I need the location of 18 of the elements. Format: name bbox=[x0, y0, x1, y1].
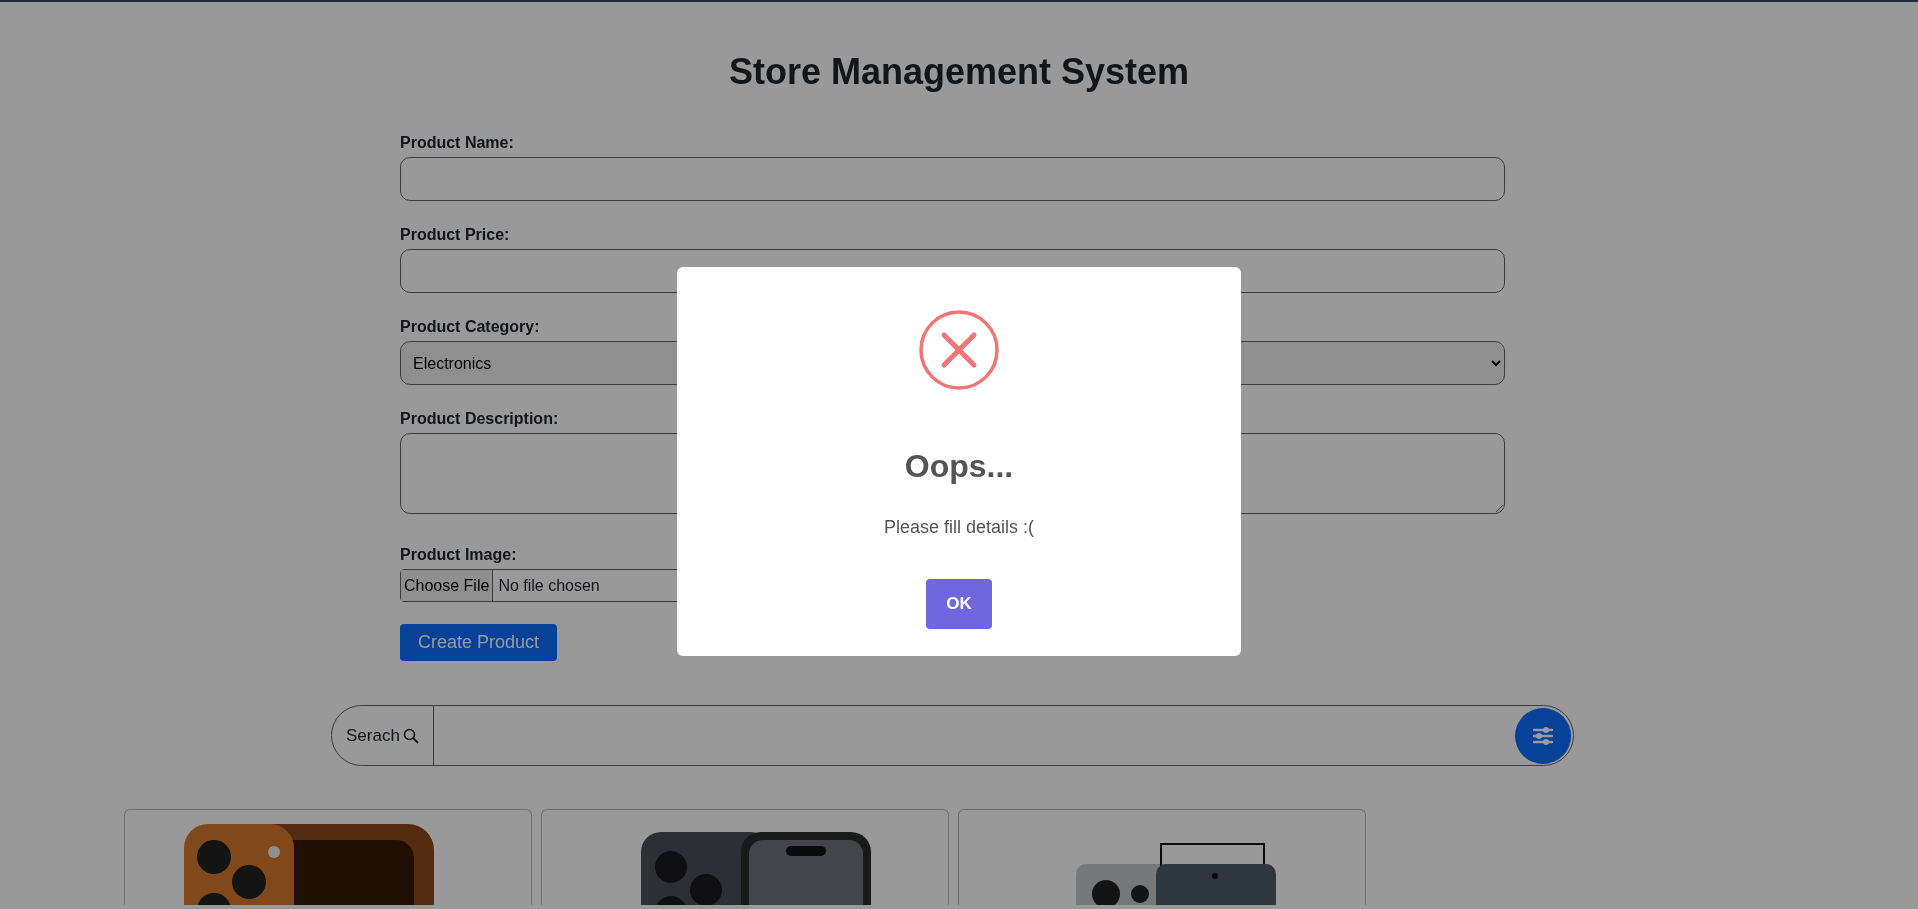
page-title: Store Management System bbox=[727, 50, 1191, 94]
filter-button[interactable] bbox=[1515, 707, 1571, 764]
field-label: Product Description: bbox=[400, 409, 559, 430]
ok-button[interactable]: OK bbox=[926, 579, 992, 629]
sliders-icon bbox=[1531, 725, 1555, 746]
error-icon bbox=[919, 310, 999, 390]
input-field[interactable] bbox=[400, 157, 1505, 202]
create-product-button[interactable]: Create Product bbox=[400, 624, 558, 662]
field-label: Product Image: bbox=[400, 545, 517, 566]
field-label: Product Name: bbox=[400, 133, 514, 154]
choose-file-button[interactable]: Choose File bbox=[401, 570, 494, 602]
field-label: Product Category: bbox=[400, 317, 540, 338]
file-name-text: No file chosen bbox=[497, 575, 600, 596]
search-label: Serach bbox=[346, 724, 400, 747]
dialog-title: Oops... bbox=[904, 447, 1014, 486]
field-label: Product Price: bbox=[400, 225, 510, 246]
dialog-message: Please fill details :( bbox=[883, 516, 1035, 539]
search-icon bbox=[402, 727, 419, 744]
